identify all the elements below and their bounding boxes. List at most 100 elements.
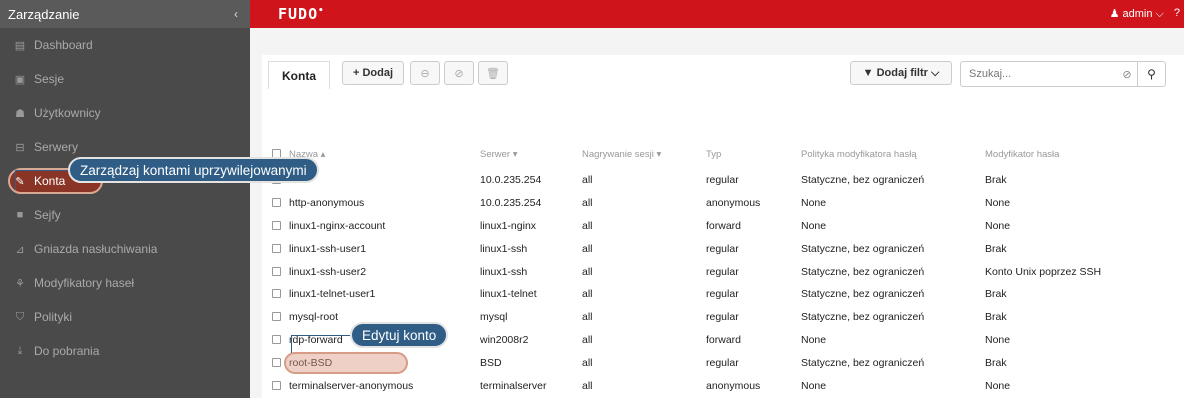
logo[interactable]: FUDO• <box>278 5 325 23</box>
table-cell: all <box>582 219 593 232</box>
uzytkownicy-icon: ☗ <box>15 107 25 120</box>
account-name-link[interactable]: terminalserver-anonymous <box>289 380 413 392</box>
table-cell: anonymous <box>706 197 761 210</box>
table-cell: Brak <box>985 311 1007 324</box>
account-name-link[interactable]: mysql-root <box>289 311 338 323</box>
table-header: Nazwa ▴ Serwer ▾ Nagrywanie sesji ▾ Typ … <box>272 139 1184 169</box>
table-cell: all <box>582 356 593 369</box>
sidebar-item-label: Do pobrania <box>34 344 100 358</box>
sidebar-item-label: Gniazda nasłuchiwania <box>34 242 158 256</box>
row-checkbox[interactable] <box>272 357 281 367</box>
row-checkbox[interactable] <box>272 266 281 276</box>
sidebar-item-modyfikatory[interactable]: ⚘ Modyfikatory haseł <box>0 266 250 300</box>
sidebar-item-label: Serwery <box>34 140 79 154</box>
table-row[interactable]: linux1-ssh-user1 linux1-ssh all regular Stat… <box>272 237 1184 260</box>
row-checkbox[interactable] <box>272 334 281 344</box>
sidebar-item-label: Polityki <box>34 310 73 324</box>
account-name-link[interactable]: linux1-ssh-user2 <box>289 266 366 278</box>
table-cell: forward <box>706 333 742 346</box>
table-cell: Brak <box>985 174 1007 187</box>
sidebar-item-do-pobrania[interactable]: ⤓ Do pobrania <box>0 334 250 368</box>
accounts-table: Nazwa ▴ Serwer ▾ Nagrywanie sesji ▾ Typ … <box>272 139 1184 397</box>
tooltip-manage-accounts: Zarządzaj kontami uprzywilejowanymi <box>68 157 319 183</box>
tooltip-connector <box>15 170 70 171</box>
sidebar-item-dashboard[interactable]: ▤ Dashboard <box>0 28 250 62</box>
account-name-link[interactable]: linux1-telnet-user1 <box>289 288 375 300</box>
table-cell: all <box>582 197 593 210</box>
table-cell: Statyczne, bez ograniczeń <box>801 174 925 187</box>
table-cell: None <box>801 219 827 232</box>
tooltip-connector <box>291 335 351 336</box>
sidebar-item-uzytkownicy[interactable]: ☗ Użytkownicy <box>0 96 250 130</box>
delete-icon[interactable]: 🗑 <box>478 61 508 85</box>
table-cell: linux1-telnet <box>480 288 537 301</box>
account-name-link[interactable]: linux1-ssh-user1 <box>289 243 366 255</box>
table-cell: Statyczne, bez ograniczeń <box>801 311 925 324</box>
row-checkbox[interactable] <box>272 198 281 208</box>
block-icon[interactable]: ⊖ <box>410 61 440 85</box>
top-bar: FUDO• ♟ admin ⌵ ? <box>250 0 1184 28</box>
table-cell: forward <box>706 219 742 232</box>
table-row[interactable]: linux1-telnet-user1 linux1-telnet all regul… <box>272 283 1184 306</box>
table-cell: terminalserver <box>480 379 547 392</box>
table-row[interactable]: linux1-ssh-user2 linux1-ssh all regular Stat… <box>272 260 1184 283</box>
sesje-icon: ▣ <box>14 73 26 86</box>
row-checkbox[interactable] <box>272 380 281 390</box>
help-icon[interactable]: ? <box>1174 7 1180 21</box>
row-checkbox[interactable] <box>272 243 281 253</box>
serwery-icon: ⊟ <box>15 141 25 154</box>
table-cell: Statyczne, bez ograniczeń <box>801 288 925 301</box>
sidebar-item-label: Użytkownicy <box>34 106 101 120</box>
table-row[interactable]: linux1-nginx-account linux1-nginx all forwa… <box>272 215 1184 238</box>
account-name-link[interactable]: http-anonymous <box>289 197 364 209</box>
clear-search-icon[interactable]: ⊘ <box>1117 68 1137 81</box>
row-checkbox[interactable] <box>272 220 281 230</box>
search-input[interactable] <box>961 68 1117 80</box>
table-cell: None <box>801 379 827 392</box>
table-cell: None <box>985 219 1011 232</box>
table-row[interactable]: terminalserver-anonymous terminalserver al… <box>272 374 1184 397</box>
row-checkbox[interactable] <box>272 289 281 299</box>
tooltip-edit-account: Edytuj konto <box>350 322 449 348</box>
sidebar-header: Zarządzanie ‹ <box>0 0 250 28</box>
user-menu[interactable]: ♟ admin ⌵ <box>1110 7 1164 21</box>
tooltip-connector <box>15 170 16 190</box>
table-cell: regular <box>706 311 739 324</box>
table-cell: Brak <box>985 288 1007 301</box>
table-cell: regular <box>706 265 739 278</box>
column-policy: Polityka modyfikatora hasłą <box>801 148 917 160</box>
collapse-sidebar-icon[interactable]: ‹ <box>234 7 238 21</box>
table-cell: None <box>985 333 1011 346</box>
table-cell: all <box>582 242 593 255</box>
column-modifier: Modyfikator hasła <box>985 148 1060 160</box>
do-pobrania-icon: ⤓ <box>17 344 23 357</box>
add-filter-button[interactable]: ▼ Dodaj filtr ⌵ <box>850 61 952 85</box>
sidebar-item-sesje[interactable]: ▣ Sesje <box>0 62 250 96</box>
sidebar-item-polityki[interactable]: ⛉ Polityki <box>0 300 250 334</box>
konta-highlight <box>8 189 102 215</box>
column-server[interactable]: Serwer ▾ <box>480 139 582 169</box>
search-icon[interactable]: ⚲ <box>1137 62 1165 86</box>
table-cell: Statyczne, bez ograniczeń <box>801 242 925 255</box>
table-row[interactable]: 10.0.235.254 all regular Statyczne, bez ogr… <box>272 169 1184 192</box>
table-cell: all <box>582 311 593 324</box>
table-cell: None <box>801 333 827 346</box>
table-cell: all <box>582 288 593 301</box>
tooltip-connector <box>291 335 292 353</box>
column-recording[interactable]: Nagrywanie sesji ▾ <box>582 139 706 169</box>
row-checkbox[interactable] <box>272 312 281 322</box>
toolbar: Konta + Dodaj ⊖ ⊘ 🗑 ▼ Dodaj filtr ⌵ ⊘ ⚲ <box>262 28 1184 89</box>
table-cell: None <box>801 197 827 210</box>
table-row[interactable]: root-BSD BSD all regular Statyczne, bez ogra… <box>272 351 1184 374</box>
add-button[interactable]: + Dodaj <box>342 61 404 85</box>
sidebar-item-gniazda[interactable]: ⊿ Gniazda nasłuchiwania <box>0 232 250 266</box>
table-row[interactable]: http-anonymous 10.0.235.254 all anonymous No… <box>272 192 1184 215</box>
table-cell: Statyczne, bez ograniczeń <box>801 265 925 278</box>
table-cell: regular <box>706 356 739 369</box>
unblock-icon[interactable]: ⊘ <box>444 61 474 85</box>
polityki-icon: ⛉ <box>15 310 25 323</box>
tab-konta[interactable]: Konta <box>268 61 330 89</box>
table-cell: mysql <box>480 311 508 324</box>
dashboard-icon: ▤ <box>14 39 26 52</box>
account-name-link[interactable]: linux1-nginx-account <box>289 220 385 232</box>
